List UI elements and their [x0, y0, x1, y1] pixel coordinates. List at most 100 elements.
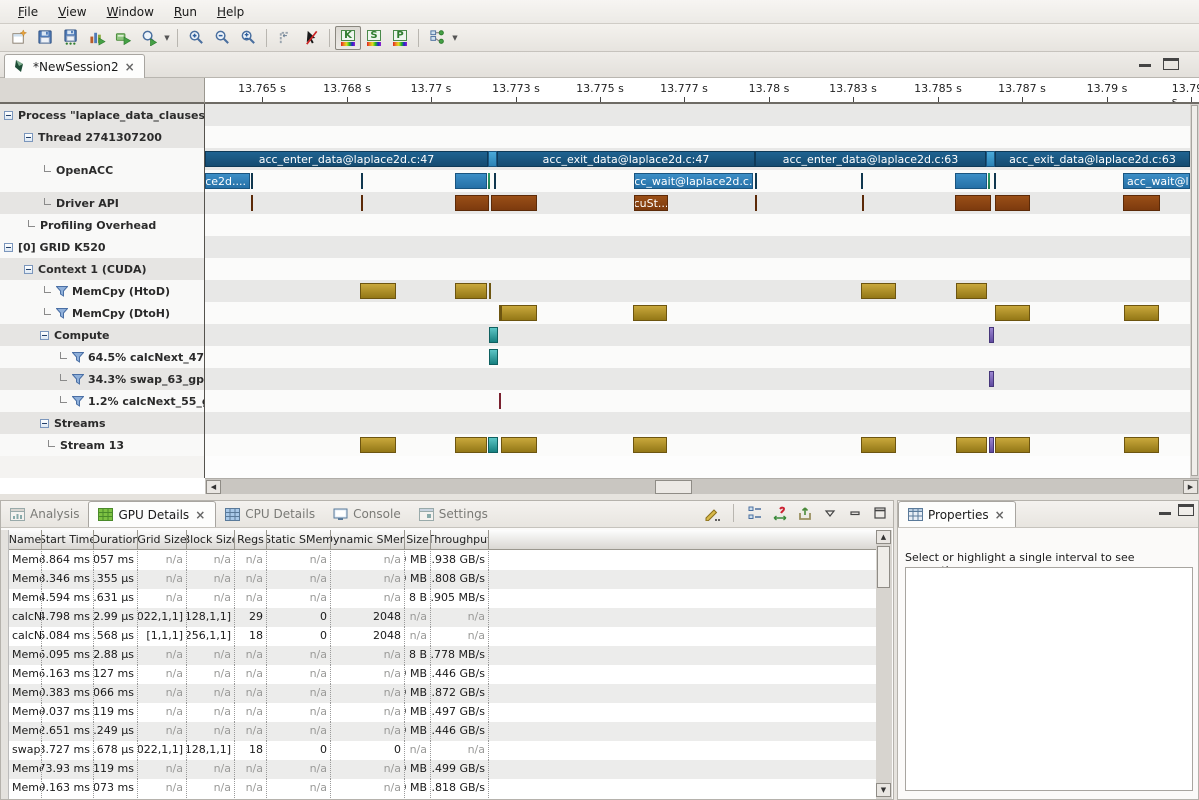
timeline-interval-tick[interactable] [861, 173, 863, 189]
column-header-regs[interactable]: Regs [235, 530, 267, 550]
timeline-interval-tick[interactable] [989, 437, 994, 453]
table-row[interactable]: Memcpy153.346 ms952.355 µsn/an/an/an/an/… [9, 570, 877, 589]
timeline-interval-tick[interactable] [501, 305, 537, 321]
tree-row-34-3-swap-63-gpu[interactable]: 34.3% swap_63_gpu [0, 368, 204, 390]
timeline-interval-tick[interactable] [633, 437, 667, 453]
timeline-interval-tick[interactable] [995, 305, 1030, 321]
gpu-details-table[interactable]: NameStart TimeDurationGrid SizeBlock Siz… [1, 530, 877, 799]
timeline-interval-tick[interactable] [360, 283, 396, 299]
collapse-toggle-icon[interactable] [24, 265, 33, 274]
table-row[interactable]: Memcpy179.163 ms1.073 msn/an/an/an/an/a8… [9, 779, 877, 798]
column-header-block-size[interactable]: Block Size [187, 530, 235, 550]
export-icon[interactable] [796, 504, 814, 522]
minimize-icon[interactable] [846, 504, 864, 522]
timeline-interval[interactable]: acc_wait@lap [1123, 173, 1190, 189]
collapse-toggle-icon[interactable] [24, 133, 33, 142]
timeline-vscrollbar[interactable] [1190, 104, 1199, 478]
tree-row-streams[interactable]: Streams [0, 412, 204, 434]
tree-row-thread-2741307200[interactable]: Thread 2741307200 [0, 126, 204, 148]
tree-row--0-grid-k520[interactable]: [0] GRID K520 [0, 236, 204, 258]
tab-cpu-details[interactable]: CPU Details [216, 501, 324, 527]
timeline-interval-tick[interactable] [755, 173, 757, 189]
analysis-tree-icon[interactable] [424, 26, 450, 50]
tree-row-openacc[interactable]: OpenACC [0, 148, 204, 192]
table-row[interactable]: Memcpy155.095 ms2.88 µsn/an/an/an/an/a8 … [9, 646, 877, 665]
tree-row-memcpy-dtoh-[interactable]: MemCpy (DtoH) [0, 302, 204, 324]
close-icon[interactable]: × [994, 508, 1006, 522]
timeline-interval-tick[interactable] [956, 283, 987, 299]
tree-row-context-1-cuda-[interactable]: Context 1 (CUDA) [0, 258, 204, 280]
timeline-interval-tick[interactable] [955, 195, 991, 211]
table-row[interactable]: Memcpy148.864 ms1.057 msn/an/an/an/an/a8… [9, 551, 877, 570]
collapse-toggle-icon[interactable] [4, 243, 13, 252]
layout-options-icon[interactable] [746, 504, 764, 522]
timeline-interval-tick[interactable] [489, 327, 498, 343]
run-application-icon[interactable] [110, 26, 136, 50]
tree-row-driver-api[interactable]: Driver API [0, 192, 204, 214]
save-session-icon[interactable] [32, 26, 58, 50]
scroll-right-icon[interactable]: ▶ [1183, 480, 1198, 494]
maximize-icon[interactable] [871, 504, 889, 522]
column-header-dynamic-smem[interactable]: Dynamic SMem [331, 530, 405, 550]
tree-row-profiling-overhead[interactable]: Profiling Overhead [0, 214, 204, 236]
zoom-out-icon[interactable] [209, 26, 235, 50]
tree-row-memcpy-htod-[interactable]: MemCpy (HtoD) [0, 280, 204, 302]
table-row[interactable]: Memcpy173.93 ms1.119 msn/an/an/an/an/a8.… [9, 760, 877, 779]
timeline-interval-tick[interactable] [360, 437, 396, 453]
timeline-interval-tick[interactable] [986, 151, 995, 167]
timeline-interval-tick[interactable] [988, 173, 990, 189]
tree-row-process-laplace-data-clauses[interactable]: Process "laplace_data_clauses 10... [0, 104, 204, 126]
timeline-interval-tick[interactable] [455, 173, 487, 189]
tree-row-64-5-calcnext-47-[interactable]: 64.5% calcNext_47_... [0, 346, 204, 368]
table-row[interactable]: Memcpy155.163 ms1.127 msn/an/an/an/an/a8… [9, 665, 877, 684]
tree-row-1-2-calcnext-55-g-[interactable]: 1.2% calcNext_55_g... [0, 390, 204, 412]
timeline-interval-tick[interactable] [488, 173, 490, 189]
session-tab[interactable]: *NewSession2 × [4, 54, 145, 78]
timeline-interval-tick[interactable] [455, 195, 489, 211]
column-header-throughput[interactable]: Throughput [431, 530, 489, 550]
timeline-interval-tick[interactable] [361, 173, 363, 189]
timeline-interval-tick[interactable] [989, 371, 994, 387]
analysis-tree-icon-dropdown[interactable]: ▼ [450, 26, 460, 50]
table-row[interactable]: Memcpy172.651 ms993.249 µsn/an/an/an/an/… [9, 722, 877, 741]
examine-run-icon-dropdown[interactable]: ▼ [162, 26, 172, 50]
timeline-interval[interactable]: acc_exit_data@laplace2d.c:47 [497, 151, 755, 167]
pointer-mode-icon[interactable] [298, 26, 324, 50]
tree-row-compute[interactable]: Compute [0, 324, 204, 346]
timeline-interval-tick[interactable] [488, 437, 498, 453]
timeline-interval-tick[interactable] [633, 305, 667, 321]
timeline-interval-tick[interactable] [489, 349, 498, 365]
column-header-duration[interactable]: Duration [94, 530, 138, 550]
column-header-size[interactable]: Size [405, 530, 431, 550]
column-header-grid-size[interactable]: Grid Size [138, 530, 187, 550]
table-row[interactable]: swap_63173.727 ms50.678 µs[1022,1,1][128… [9, 741, 877, 760]
column-header-static-smem[interactable]: Static SMem [267, 530, 331, 550]
timeline-interval[interactable]: acc_exit_data@laplace2d.c:63 [995, 151, 1190, 167]
view-menu-chevron-icon[interactable] [821, 504, 839, 522]
timeline-interval-tick[interactable] [501, 437, 537, 453]
timeline-hscrollbar[interactable]: ◀ ▶ [205, 478, 1199, 494]
tab-settings[interactable]: Settings [410, 501, 497, 527]
timeline-interval-tick[interactable] [995, 195, 1030, 211]
timeline-interval-tick[interactable] [755, 195, 757, 211]
timeline-interval-tick[interactable] [494, 173, 496, 189]
column-header-start-time[interactable]: Start Time [42, 530, 94, 550]
tab-gpu-details[interactable]: GPU Details× [88, 501, 216, 527]
menu-help[interactable]: Help [207, 2, 254, 22]
collapse-toggle-icon[interactable] [40, 331, 49, 340]
tree-row-stream-13[interactable]: Stream 13 [0, 434, 204, 456]
timeline-interval-tick[interactable] [499, 393, 501, 409]
timeline-interval[interactable]: acc_enter_data@laplace2d.c:63 [755, 151, 986, 167]
zoom-fit-icon[interactable] [235, 26, 261, 50]
table-row[interactable]: calcNext154.798 ms282.99 µs[1022,1,1][12… [9, 608, 877, 627]
close-icon[interactable]: × [124, 60, 136, 74]
collapse-toggle-icon[interactable] [4, 111, 13, 120]
menu-view[interactable]: View [48, 2, 96, 22]
timeline-interval[interactable]: cuSt... [634, 195, 668, 211]
colorize-streams-button[interactable]: S [361, 26, 387, 50]
scroll-up-icon[interactable]: ▲ [876, 530, 891, 544]
table-row[interactable]: Memcpy169.037 ms1.119 msn/an/an/an/an/a8… [9, 703, 877, 722]
tab-properties[interactable]: Properties × [898, 501, 1016, 527]
maximize-icon[interactable] [1178, 504, 1194, 516]
timeline-interval-tick[interactable] [994, 173, 996, 189]
